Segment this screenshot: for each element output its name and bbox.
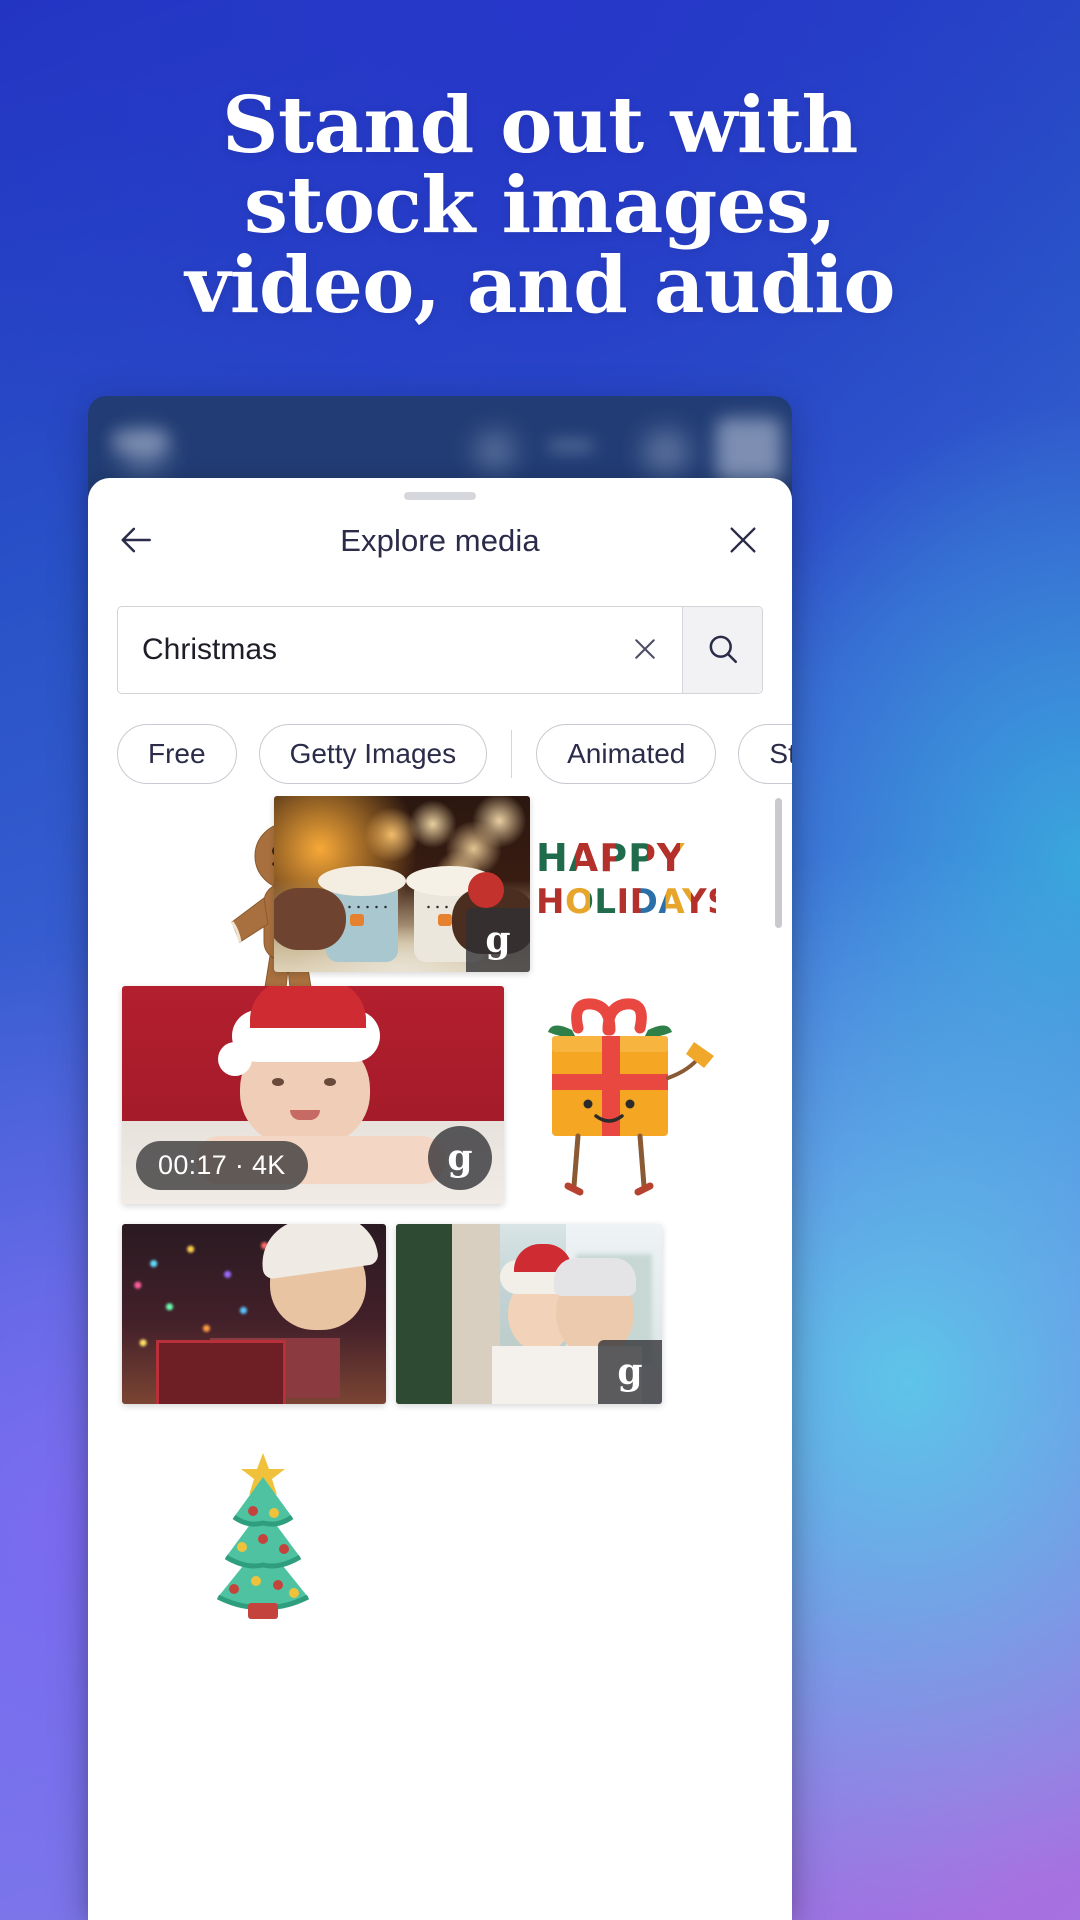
result-tile-christmas-tree-sticker[interactable]	[204, 1451, 322, 1621]
happy-holidays-line-2: HOLIDAYS	[536, 882, 733, 922]
filter-chip-getty-images[interactable]: Getty Images	[258, 724, 488, 784]
promo-headline: Stand out with stock images, video, and …	[0, 86, 1080, 326]
video-duration-badge: 00:17 · 4K	[136, 1141, 308, 1190]
vertical-scrollbar[interactable]	[775, 798, 782, 928]
result-tile-grandma-and-child-photo[interactable]: g	[396, 1224, 662, 1404]
search-bar	[117, 606, 763, 694]
filter-chip-still[interactable]: Still	[738, 724, 792, 784]
drag-handle[interactable]	[404, 492, 476, 500]
explore-media-sheet: Explore media Christmas Free Getty Image…	[88, 478, 792, 1920]
gift-box-character-icon	[548, 998, 714, 1196]
headline-line-1: Stand out with	[222, 80, 858, 171]
result-tile-child-opening-gift-photo[interactable]	[122, 1224, 386, 1404]
chip-divider	[511, 730, 513, 778]
headline-line-3: video, and audio	[185, 240, 895, 331]
getty-badge: g	[466, 908, 530, 972]
filter-chip-animated[interactable]: Animated	[536, 724, 717, 784]
result-tile-cocoa-mugs[interactable]: g	[274, 796, 530, 972]
getty-badge: g	[428, 1126, 492, 1190]
result-tile-gift-box-character-sticker[interactable]	[518, 986, 718, 1216]
close-icon	[630, 634, 660, 667]
filter-chip-row: Free Getty Images Animated Still	[117, 723, 792, 785]
search-input[interactable]	[118, 607, 608, 693]
getty-badge: g	[598, 1340, 662, 1404]
clear-search-button[interactable]	[608, 607, 682, 693]
christmas-tree-icon	[216, 1453, 310, 1619]
back-button[interactable]	[102, 506, 172, 576]
headline-line-2: stock images,	[243, 160, 837, 251]
close-icon	[726, 523, 760, 560]
sheet-header: Explore media	[88, 506, 792, 576]
media-results-grid[interactable]: g HAPPY HOLIDAYS 00:17 · 4K g g	[88, 796, 792, 1920]
filter-chip-free[interactable]: Free	[117, 724, 237, 784]
search-submit-button[interactable]	[682, 607, 762, 693]
close-button[interactable]	[708, 506, 778, 576]
search-icon	[705, 631, 741, 670]
result-tile-happy-holidays-sticker[interactable]: HAPPY HOLIDAYS	[536, 836, 732, 922]
happy-holidays-line-1: HAPPY	[536, 836, 716, 880]
result-tile-santa-hat-girl-video[interactable]: 00:17 · 4K g	[122, 986, 504, 1204]
arrow-left-icon	[118, 521, 156, 562]
page-title: Explore media	[340, 523, 540, 558]
